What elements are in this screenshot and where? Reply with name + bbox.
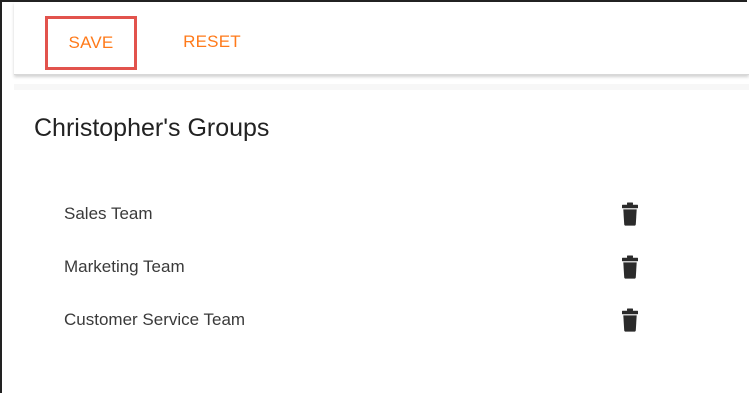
page-title: Christopher's Groups [34, 114, 270, 142]
group-name: Customer Service Team [64, 310, 246, 329]
trash-icon[interactable] [622, 255, 638, 279]
save-button[interactable]: SAVE [45, 16, 137, 70]
groups-panel: Christopher's Groups Sales Team Marketin… [14, 90, 749, 395]
group-name: Marketing Team [64, 257, 185, 276]
reset-button[interactable]: RESET [171, 16, 253, 68]
group-list: Sales Team Marketing Team Customer Servi… [64, 200, 664, 359]
trash-icon[interactable] [622, 308, 638, 332]
group-name: Sales Team [64, 204, 153, 223]
trash-icon[interactable] [622, 202, 638, 226]
reset-button-label: RESET [183, 32, 241, 51]
toolbar: SAVE RESET [14, 2, 749, 75]
list-item: Marketing Team [64, 253, 664, 306]
save-button-label: SAVE [68, 33, 114, 52]
list-item: Sales Team [64, 200, 664, 253]
list-item: Customer Service Team [64, 306, 664, 359]
